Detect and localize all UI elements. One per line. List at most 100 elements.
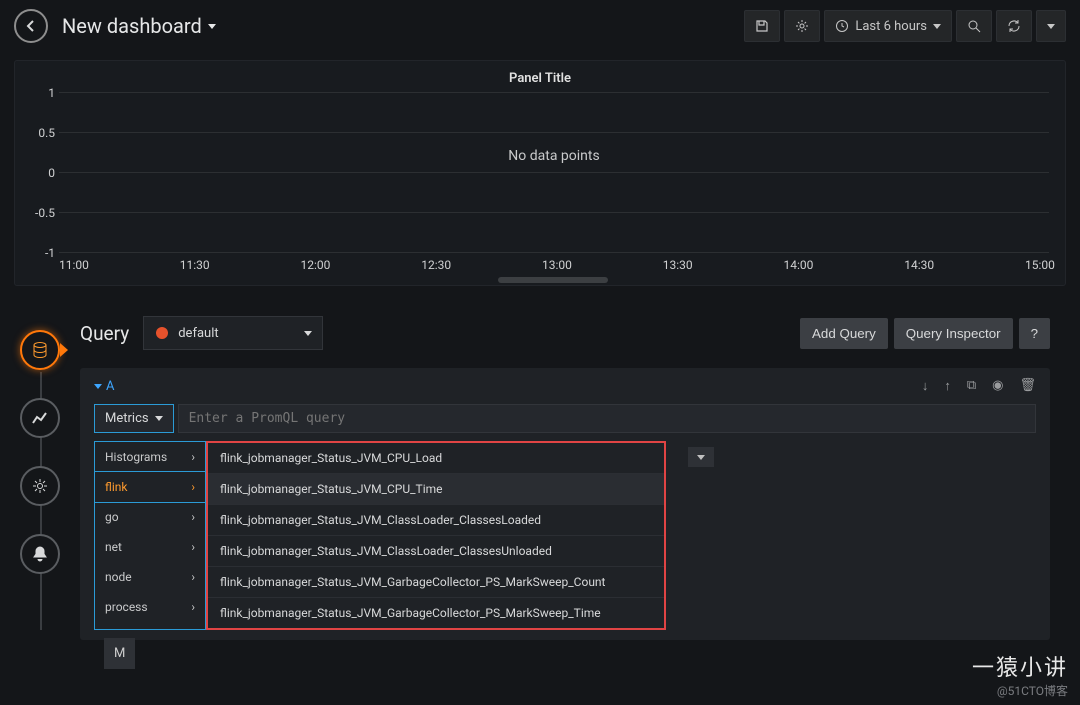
gear-icon xyxy=(31,477,49,495)
scrollbar-thumb[interactable] xyxy=(498,277,608,283)
query-inspector-button[interactable]: Query Inspector xyxy=(894,318,1013,349)
editor-area: Query default Add Query Query Inspector … xyxy=(0,316,1080,640)
promql-input[interactable] xyxy=(178,404,1036,433)
side-node-general[interactable] xyxy=(20,466,60,506)
metric-item[interactable]: flink_jobmanager_Status_JVM_GarbageColle… xyxy=(208,567,664,598)
prometheus-icon xyxy=(154,325,170,341)
x-tick: 12:00 xyxy=(301,258,331,272)
x-tick: 12:30 xyxy=(421,258,451,272)
category-item-process[interactable]: process› xyxy=(95,592,205,622)
save-button[interactable] xyxy=(744,10,780,42)
y-tick: 0 xyxy=(27,166,55,180)
x-tick: 14:00 xyxy=(784,258,814,272)
promql-input-row: Metrics xyxy=(94,404,1036,433)
datasource-name: default xyxy=(178,326,218,341)
y-tick: -0.5 xyxy=(27,206,55,220)
y-tick: 1 xyxy=(27,86,55,100)
search-icon xyxy=(967,19,981,33)
x-tick: 15:00 xyxy=(1025,258,1055,272)
no-data-label: No data points xyxy=(508,148,599,164)
caret-down-icon xyxy=(1047,24,1055,29)
x-axis: 11:00 11:30 12:00 12:30 13:00 13:30 14:0… xyxy=(59,258,1055,272)
x-tick: 13:30 xyxy=(663,258,693,272)
gear-icon xyxy=(795,19,809,33)
y-tick: -1 xyxy=(27,246,55,260)
chevron-right-icon: › xyxy=(191,540,195,554)
chevron-right-icon: › xyxy=(191,600,195,614)
caret-down-icon xyxy=(94,384,102,389)
dashboard-title-text: New dashboard xyxy=(62,14,202,38)
move-down-icon[interactable]: ↓ xyxy=(922,378,929,394)
metric-item[interactable]: flink_jobmanager_Status_JVM_GarbageColle… xyxy=(208,598,664,628)
caret-down-icon xyxy=(208,24,216,29)
category-item-net[interactable]: net› xyxy=(95,532,205,562)
metric-item[interactable]: flink_jobmanager_Status_JVM_ClassLoader_… xyxy=(208,536,664,567)
panel-title: Panel Title xyxy=(25,67,1055,92)
step-dropdown[interactable] xyxy=(688,447,714,467)
caret-down-icon xyxy=(155,416,163,421)
category-item-flink[interactable]: flink› xyxy=(94,471,206,503)
metric-item[interactable]: flink_jobmanager_Status_JVM_ClassLoader_… xyxy=(208,505,664,536)
save-icon xyxy=(755,19,769,33)
query-help-button[interactable]: ? xyxy=(1019,318,1050,349)
chart-panel: Panel Title 1 0.5 0 -0.5 -1 No data poin… xyxy=(14,60,1066,286)
query-row: A ↓ ↑ ⧉ ◉ 🗑 Metrics Histo xyxy=(80,368,1050,640)
add-query-button[interactable]: Add Query xyxy=(800,318,888,349)
chart-body: 1 0.5 0 -0.5 -1 No data points xyxy=(59,92,1049,252)
caret-down-icon xyxy=(697,455,705,460)
caret-down-icon xyxy=(933,24,941,29)
eye-icon[interactable]: ◉ xyxy=(992,378,1003,394)
query-row-header: A ↓ ↑ ⧉ ◉ 🗑 xyxy=(94,378,1036,394)
metrics-btn-label: Metrics xyxy=(105,411,149,426)
metric-list: flink_jobmanager_Status_JVM_CPU_Load fli… xyxy=(206,441,666,630)
watermark: 一猿小讲 @51CTO博客 xyxy=(972,650,1068,699)
refresh-interval-button[interactable] xyxy=(1036,10,1066,42)
clock-icon xyxy=(835,19,849,33)
editor-side-nav xyxy=(0,316,80,640)
watermark-main: 一猿小讲 xyxy=(972,650,1068,682)
dashboard-title[interactable]: New dashboard xyxy=(62,14,216,38)
category-item-node[interactable]: node› xyxy=(95,562,205,592)
query-ref-id: A xyxy=(106,379,114,394)
chart-icon xyxy=(31,409,49,427)
x-tick: 14:30 xyxy=(904,258,934,272)
move-up-icon[interactable]: ↑ xyxy=(944,378,951,394)
metric-item[interactable]: flink_jobmanager_Status_JVM_CPU_Time xyxy=(208,474,664,505)
chevron-right-icon: › xyxy=(191,480,195,494)
trash-icon[interactable]: 🗑 xyxy=(1019,378,1036,394)
settings-button[interactable] xyxy=(784,10,820,42)
back-button[interactable] xyxy=(14,9,48,43)
min-step-label-partial[interactable]: M xyxy=(104,638,135,669)
chevron-right-icon: › xyxy=(191,450,195,464)
arrow-left-icon xyxy=(23,18,39,34)
database-icon xyxy=(30,340,50,360)
chevron-right-icon: › xyxy=(191,570,195,584)
side-node-visualization[interactable] xyxy=(20,398,60,438)
x-tick: 11:30 xyxy=(180,258,210,272)
y-tick: 0.5 xyxy=(27,126,55,140)
metric-category-list: Histograms› flink› go› net› node› proces… xyxy=(94,441,206,630)
category-item-histograms[interactable]: Histograms› xyxy=(95,442,205,472)
refresh-button[interactable] xyxy=(996,10,1032,42)
refresh-icon xyxy=(1007,19,1021,33)
datasource-select[interactable]: default xyxy=(143,316,323,350)
x-tick: 13:00 xyxy=(542,258,572,272)
top-bar: New dashboard Last 6 hours xyxy=(0,0,1080,52)
zoom-out-button[interactable] xyxy=(956,10,992,42)
query-row-tools: ↓ ↑ ⧉ ◉ 🗑 xyxy=(922,378,1036,394)
query-header: Query default Add Query Query Inspector … xyxy=(80,316,1050,350)
duplicate-icon[interactable]: ⧉ xyxy=(967,378,976,394)
top-actions: Last 6 hours xyxy=(744,10,1066,42)
bell-icon xyxy=(31,545,49,563)
caret-down-icon xyxy=(304,331,312,336)
side-node-alert[interactable] xyxy=(20,534,60,574)
query-toggle[interactable]: A xyxy=(94,379,114,394)
time-range-picker[interactable]: Last 6 hours xyxy=(824,10,952,42)
x-tick: 11:00 xyxy=(59,258,89,272)
side-node-query[interactable] xyxy=(20,330,60,370)
metrics-dropdown-button[interactable]: Metrics xyxy=(94,404,174,433)
main-editor: Query default Add Query Query Inspector … xyxy=(80,316,1080,640)
watermark-sub: @51CTO博客 xyxy=(972,682,1068,699)
metric-item[interactable]: flink_jobmanager_Status_JVM_CPU_Load xyxy=(208,443,664,474)
category-item-go[interactable]: go› xyxy=(95,502,205,532)
